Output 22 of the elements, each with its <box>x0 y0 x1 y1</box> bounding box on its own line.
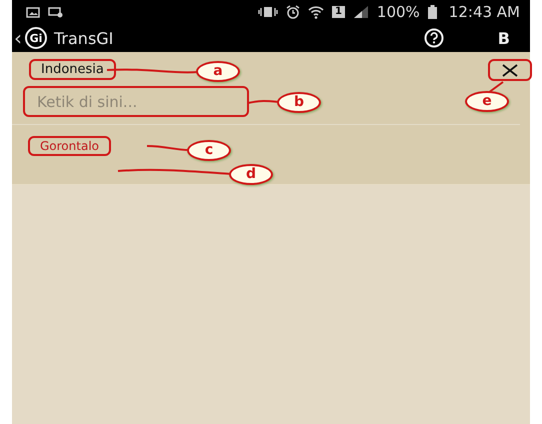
source-language[interactable]: Indonesia <box>29 59 116 80</box>
close-icon <box>502 64 518 76</box>
battery-percent: 100% <box>376 3 420 21</box>
text-input-field[interactable]: Ketik di sini... <box>23 86 249 117</box>
help-icon[interactable] <box>424 28 444 48</box>
back-button[interactable]: ‹ <box>14 28 22 48</box>
app-logo: Gi <box>25 27 47 49</box>
leader-line <box>248 100 280 104</box>
app-title: TransGI <box>54 28 114 48</box>
close-button[interactable] <box>488 59 532 81</box>
leader-line <box>146 145 190 151</box>
alarm-icon <box>286 5 300 19</box>
b-button[interactable]: B <box>498 28 510 48</box>
clock-time: 12:43 AM <box>448 3 520 21</box>
battery-icon <box>428 5 437 19</box>
leader-line <box>487 81 504 94</box>
sim-indicator: 1 <box>332 6 345 18</box>
picture-icon <box>26 6 40 18</box>
target-language[interactable]: Gorontalo <box>28 136 111 156</box>
signal-icon <box>352 6 369 18</box>
wifi-icon <box>308 6 324 18</box>
vibrate-icon <box>258 6 278 18</box>
